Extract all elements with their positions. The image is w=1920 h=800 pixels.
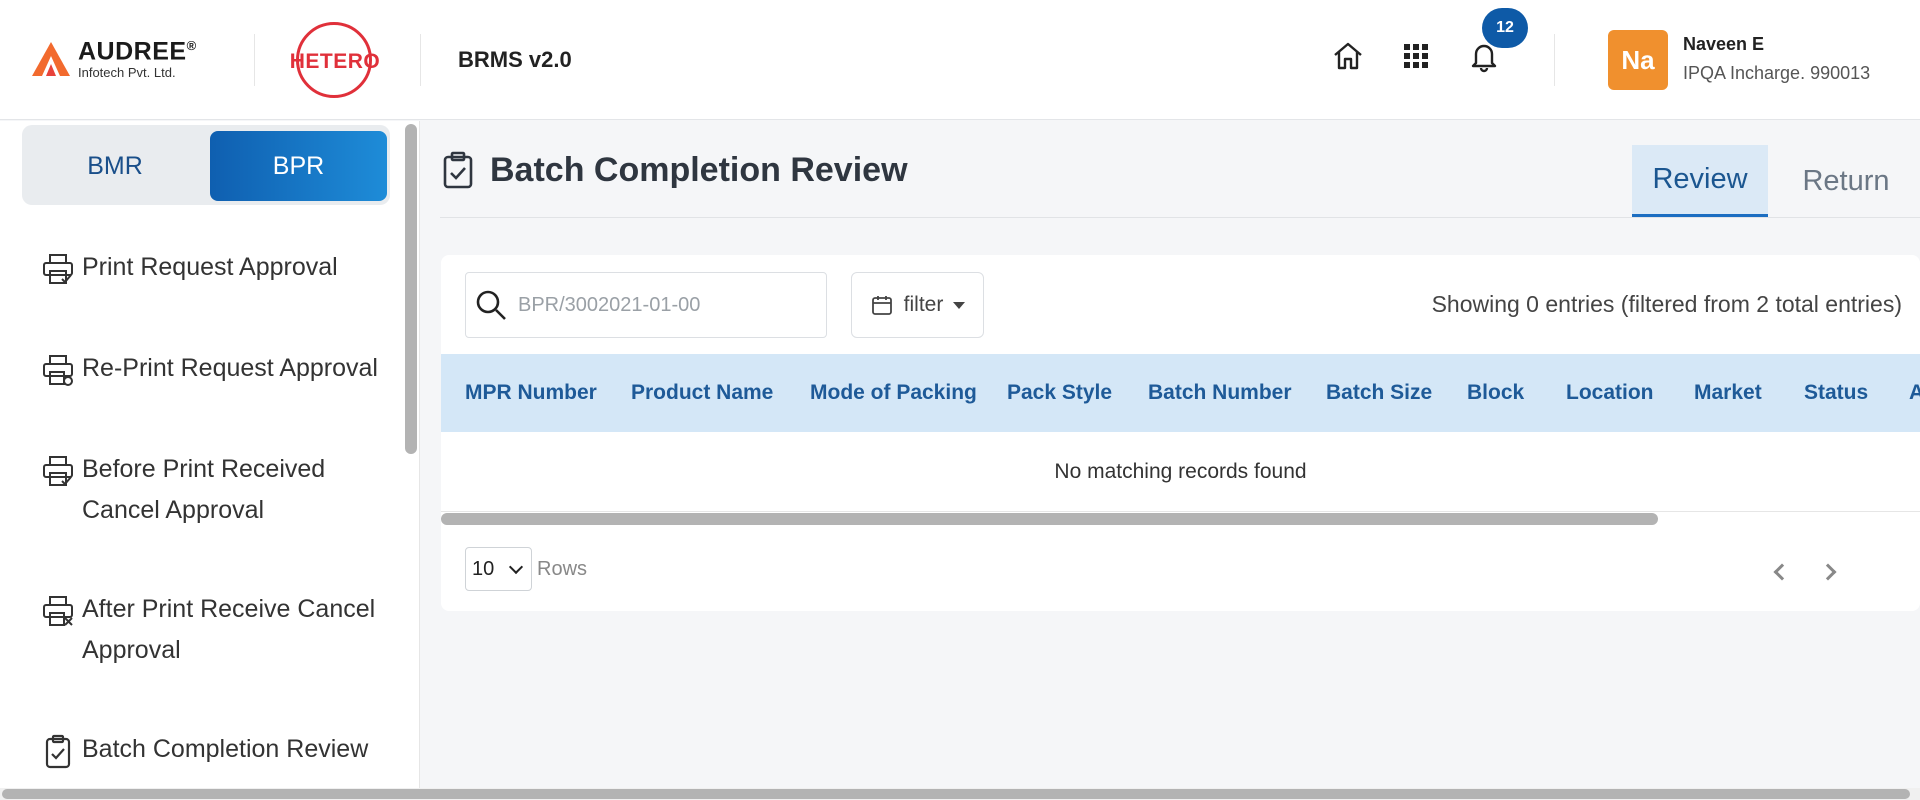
sidebar-item-before-print-cancel-approval[interactable]: Before Print Received Cancel Approval bbox=[40, 449, 400, 531]
page-title: Batch Completion Review bbox=[490, 150, 908, 189]
bpr-toggle-button[interactable]: BPR bbox=[210, 131, 387, 201]
page-scrollbar-thumb[interactable] bbox=[2, 789, 1910, 799]
title-divider bbox=[440, 217, 1920, 218]
tab-return[interactable]: Return bbox=[1772, 145, 1920, 218]
audree-name: AUDREE bbox=[78, 37, 187, 66]
chevron-down-icon bbox=[508, 559, 524, 575]
sidebar-item-label: After Print Receive Cancel Approval bbox=[82, 595, 376, 664]
clipboard-check-icon bbox=[45, 734, 71, 769]
page-title-row: Batch Completion Review bbox=[440, 150, 908, 190]
search-box[interactable] bbox=[465, 272, 827, 338]
calendar-icon bbox=[871, 296, 892, 315]
notification-badge[interactable]: 12 bbox=[1482, 8, 1528, 48]
previous-page-button[interactable] bbox=[1767, 557, 1797, 587]
sidebar-item-after-print-cancel-approval[interactable]: After Print Receive Cancel Approval bbox=[40, 589, 400, 671]
table-horizontal-scrollbar[interactable] bbox=[441, 513, 1658, 525]
sidebar-item-label: Batch Completion Review bbox=[82, 735, 369, 763]
column-header[interactable]: Batch Size bbox=[1326, 354, 1432, 432]
sidebar-item-batch-completion-review[interactable]: Batch Completion Review bbox=[40, 729, 400, 770]
sidebar-item-reprint-request-approval[interactable]: Re-Print Request Approval bbox=[40, 348, 400, 389]
registered-mark: ® bbox=[186, 37, 197, 53]
clipboard-check-icon bbox=[443, 151, 473, 189]
user-name[interactable]: Naveen E bbox=[1683, 34, 1764, 55]
app-title: BRMS v2.0 bbox=[458, 47, 572, 72]
sidebar: BMR BPR Print Request Approval Re-Print … bbox=[0, 121, 420, 788]
column-header[interactable]: Status bbox=[1804, 354, 1868, 432]
entries-info: Showing 0 entries (filtered from 2 total… bbox=[1431, 291, 1902, 317]
column-header[interactable]: Mode of Packing bbox=[810, 354, 977, 432]
sidebar-item-label: Re-Print Request Approval bbox=[82, 354, 378, 382]
filter-label: filter bbox=[903, 293, 944, 316]
records-card: filter Showing 0 entries (filtered from … bbox=[441, 255, 1920, 611]
rows-per-page-select[interactable]: 10 bbox=[465, 547, 532, 591]
empty-table-message: No matching records found bbox=[441, 432, 1920, 512]
bmr-toggle-button[interactable]: BMR bbox=[28, 131, 202, 201]
column-header[interactable]: Pack Style bbox=[1007, 354, 1112, 432]
apps-grid-icon[interactable] bbox=[1398, 38, 1434, 74]
table-header: MPR Number Product Name Mode of Packing … bbox=[441, 354, 1920, 432]
sidebar-item-label: Before Print Received Cancel Approval bbox=[82, 455, 326, 524]
chevron-left-icon bbox=[1773, 563, 1791, 581]
printer-check-icon bbox=[43, 254, 73, 284]
column-header[interactable]: Batch Number bbox=[1148, 354, 1292, 432]
user-role: IPQA Incharge. 990013 bbox=[1683, 63, 1871, 83]
header-divider bbox=[420, 34, 421, 86]
search-icon bbox=[476, 290, 506, 320]
page-horizontal-scrollbar[interactable] bbox=[0, 788, 1920, 800]
caret-down-icon bbox=[953, 301, 966, 309]
record-type-toggle: BMR BPR bbox=[22, 125, 390, 205]
audree-logo-icon bbox=[32, 42, 70, 76]
rows-per-page-value: 10 bbox=[472, 557, 495, 580]
header-divider bbox=[254, 34, 255, 86]
printer-check-icon bbox=[43, 456, 73, 486]
top-header: AUDREE® Infotech Pvt. Ltd. HETERO BRMS v… bbox=[0, 0, 1920, 120]
sidebar-scrollbar[interactable] bbox=[405, 124, 417, 454]
hetero-logo-text: HETERO bbox=[289, 50, 381, 73]
sidebar-item-label: Print Request Approval bbox=[82, 253, 338, 281]
search-input[interactable] bbox=[518, 293, 808, 317]
sidebar-item-print-request-approval[interactable]: Print Request Approval bbox=[40, 247, 400, 288]
column-header[interactable]: Block bbox=[1467, 354, 1524, 432]
chevron-right-icon bbox=[1819, 563, 1837, 581]
audree-logo: AUDREE® Infotech Pvt. Ltd. bbox=[30, 38, 197, 80]
printer-cancel-icon bbox=[43, 596, 73, 626]
tab-review[interactable]: Review bbox=[1632, 145, 1768, 218]
hetero-logo: HETERO bbox=[288, 22, 382, 98]
column-header[interactable]: Product Name bbox=[631, 354, 773, 432]
audree-subtitle: Infotech Pvt. Ltd. bbox=[78, 65, 176, 81]
column-header[interactable]: MPR Number bbox=[465, 354, 597, 432]
column-header[interactable]: Location bbox=[1566, 354, 1654, 432]
column-header[interactable]: A bbox=[1909, 354, 1920, 432]
header-divider bbox=[1554, 34, 1555, 86]
column-header[interactable]: Market bbox=[1694, 354, 1762, 432]
next-page-button[interactable] bbox=[1813, 557, 1843, 587]
avatar[interactable]: Na bbox=[1608, 30, 1668, 90]
printer-refresh-icon bbox=[43, 355, 73, 386]
rows-label: Rows bbox=[537, 558, 588, 580]
home-icon[interactable] bbox=[1330, 38, 1366, 74]
filter-button[interactable]: filter bbox=[851, 272, 984, 338]
